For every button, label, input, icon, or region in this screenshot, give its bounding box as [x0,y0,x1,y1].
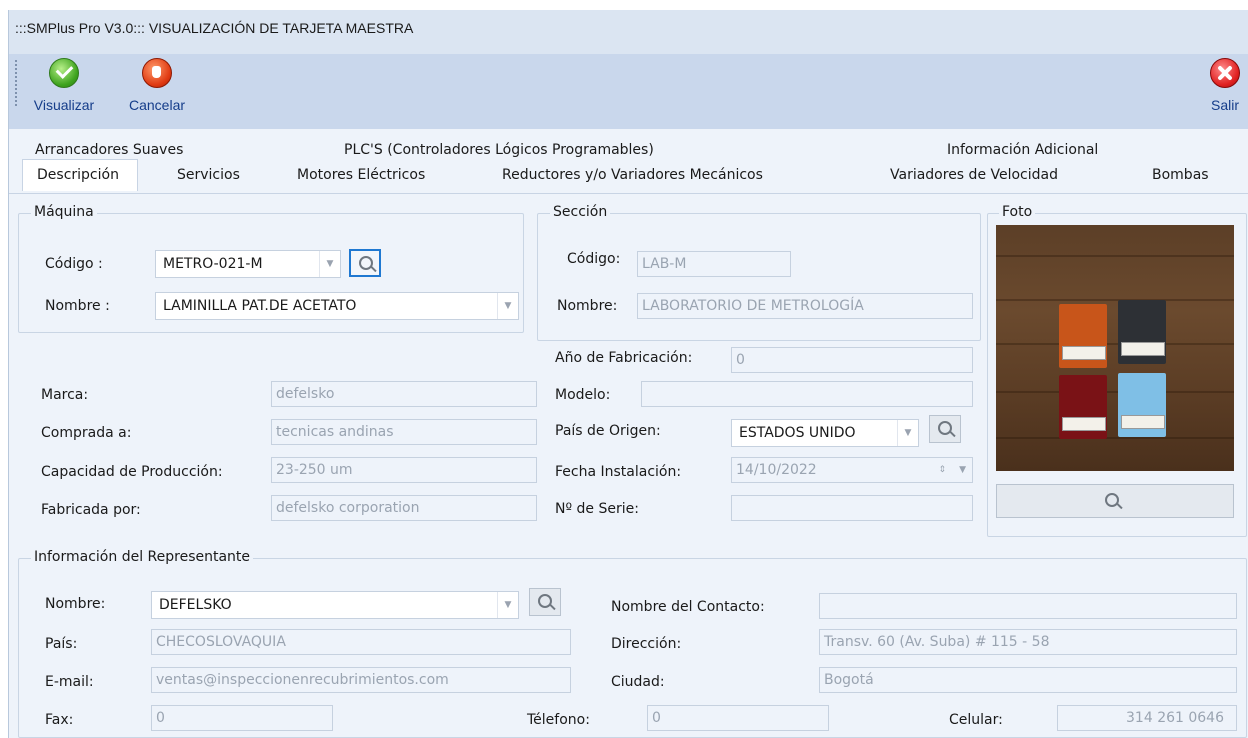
marca-field[interactable]: defelsko [271,381,537,407]
search-icon [538,594,552,608]
photo-card-blue [1118,373,1166,437]
toolbar: Visualizar Cancelar Salir [9,54,1248,130]
rep-direccion-label: Dirección: [611,636,682,652]
maquina-nombre-value: LAMINILLA PAT.DE ACETATO [163,298,357,314]
visualize-label: Visualizar [33,97,95,113]
tab-motores-electricos[interactable]: Motores Eléctricos [297,167,425,183]
rep-email-label: E-mail: [45,674,94,690]
foto-legend: Foto [999,204,1036,220]
close-icon [1210,58,1240,88]
capacidad-field[interactable]: 23-250 um [271,457,537,483]
rep-celular-label: Celular: [949,712,1003,728]
cancel-button[interactable]: Cancelar [123,58,191,118]
modelo-field[interactable] [641,381,973,407]
maquina-nombre-combo[interactable]: LAMINILLA PAT.DE ACETATO ▼ [155,292,519,320]
tab-bombas[interactable]: Bombas [1152,167,1209,183]
fabricada-label: Fabricada por: [41,502,141,518]
fecha-field[interactable]: 14/10/2022 ⇕ ▼ [731,457,973,483]
seccion-legend: Sección [550,204,611,220]
search-icon [359,256,373,270]
chevron-down-icon[interactable]: ▼ [959,458,966,482]
serie-field[interactable] [731,495,973,521]
rep-pais-label: País: [45,636,78,652]
tab-plcs[interactable]: PLC'S (Controladores Lógicos Programable… [344,142,654,158]
rep-celular-field[interactable]: 314 261 0646 [1057,705,1237,731]
anio-label: Año de Fabricación: [555,350,693,366]
fecha-label: Fecha Instalación: [555,464,682,480]
descripcion-panel: Máquina Código : METRO-021-M ▼ Nombre : … [9,193,1248,738]
tab-variadores-velocidad[interactable]: Variadores de Velocidad [890,167,1058,183]
chevron-down-icon[interactable]: ▼ [497,293,518,319]
pais-origen-label: País de Origen: [555,423,661,439]
pais-origen-search-button[interactable] [929,415,961,443]
rep-contacto-field[interactable] [819,593,1237,619]
cancel-label: Cancelar [128,97,186,113]
rep-nombre-search-button[interactable] [529,588,561,616]
visualize-button[interactable]: Visualizar [31,58,97,118]
machine-photo [996,225,1234,471]
rep-nombre-combo[interactable]: DEFELSKO ▼ [151,591,519,619]
representante-legend: Información del Representante [31,549,254,565]
rep-nombre-value: DEFELSKO [159,597,232,613]
search-icon [1105,493,1119,507]
rep-contacto-label: Nombre del Contacto: [611,599,765,615]
exit-button[interactable]: Salir [1205,58,1245,118]
maquina-codigo-label: Código : [45,256,103,272]
maquina-codigo-value: METRO-021-M [163,256,263,272]
spinner-icon[interactable]: ⇕ [938,458,946,482]
window-title: :::SMPlus Pro V3.0::: VISUALIZACIÓN DE T… [15,20,414,36]
photo-card-orange [1059,304,1107,368]
comprada-label: Comprada a: [41,425,132,441]
search-icon [938,421,952,435]
title-bar: :::SMPlus Pro V3.0::: VISUALIZACIÓN DE T… [9,10,1248,55]
serie-label: Nº de Serie: [555,501,639,517]
pais-origen-value: ESTADOS UNIDO [739,425,856,441]
foto-search-button[interactable] [996,484,1234,518]
maquina-legend: Máquina [31,204,97,220]
rep-telefono-field[interactable]: 0 [647,705,829,731]
tab-informacion-adicional[interactable]: Información Adicional [947,142,1098,158]
tab-strip: Arrancadores Suaves PLC'S (Controladores… [9,129,1248,193]
main-window: :::SMPlus Pro V3.0::: VISUALIZACIÓN DE T… [8,10,1248,738]
rep-fax-label: Fax: [45,712,74,728]
tab-reductores[interactable]: Reductores y/o Variadores Mecánicos [502,167,763,183]
pais-origen-combo[interactable]: ESTADOS UNIDO ▼ [731,419,919,447]
anio-field[interactable]: 0 [731,347,973,373]
seccion-group [537,213,981,341]
rep-ciudad-field[interactable]: Bogotá [819,667,1237,693]
modelo-label: Modelo: [555,387,611,403]
tab-arrancadores-suaves[interactable]: Arrancadores Suaves [35,142,183,158]
tab-servicios[interactable]: Servicios [177,167,240,183]
seccion-nombre-label: Nombre: [557,298,618,314]
photo-card-black [1118,300,1166,364]
stop-hand-icon [142,58,172,88]
maquina-codigo-combo[interactable]: METRO-021-M ▼ [155,250,341,278]
marca-label: Marca: [41,387,89,403]
chevron-down-icon[interactable]: ▼ [897,420,918,446]
photo-card-red [1059,375,1107,439]
seccion-codigo-label: Código: [567,251,621,267]
rep-ciudad-label: Ciudad: [611,674,665,690]
seccion-codigo-field[interactable]: LAB-M [637,251,791,277]
toolbar-grip[interactable] [15,60,19,106]
rep-fax-field[interactable]: 0 [151,705,333,731]
rep-nombre-label: Nombre: [45,596,106,612]
capacidad-label: Capacidad de Producción: [41,464,223,480]
rep-pais-field[interactable]: CHECOSLOVAQUIA [151,629,571,655]
rep-email-field[interactable]: ventas@inspeccionenrecubrimientos.com [151,667,571,693]
rep-direccion-field[interactable]: Transv. 60 (Av. Suba) # 115 - 58 [819,629,1237,655]
exit-label: Salir [1210,97,1239,113]
maquina-nombre-label: Nombre : [45,298,110,314]
fabricada-field[interactable]: defelsko corporation [271,495,537,521]
fecha-value: 14/10/2022 [736,462,817,478]
chevron-down-icon[interactable]: ▼ [497,592,518,618]
tab-descripcion[interactable]: Descripción [22,159,138,191]
chevron-down-icon[interactable]: ▼ [319,251,340,277]
seccion-nombre-field[interactable]: LABORATORIO DE METROLOGÍA [637,293,973,319]
rep-telefono-label: Télefono: [527,712,590,728]
check-icon [49,58,79,88]
maquina-search-button[interactable] [349,249,381,277]
comprada-field[interactable]: tecnicas andinas [271,419,537,445]
